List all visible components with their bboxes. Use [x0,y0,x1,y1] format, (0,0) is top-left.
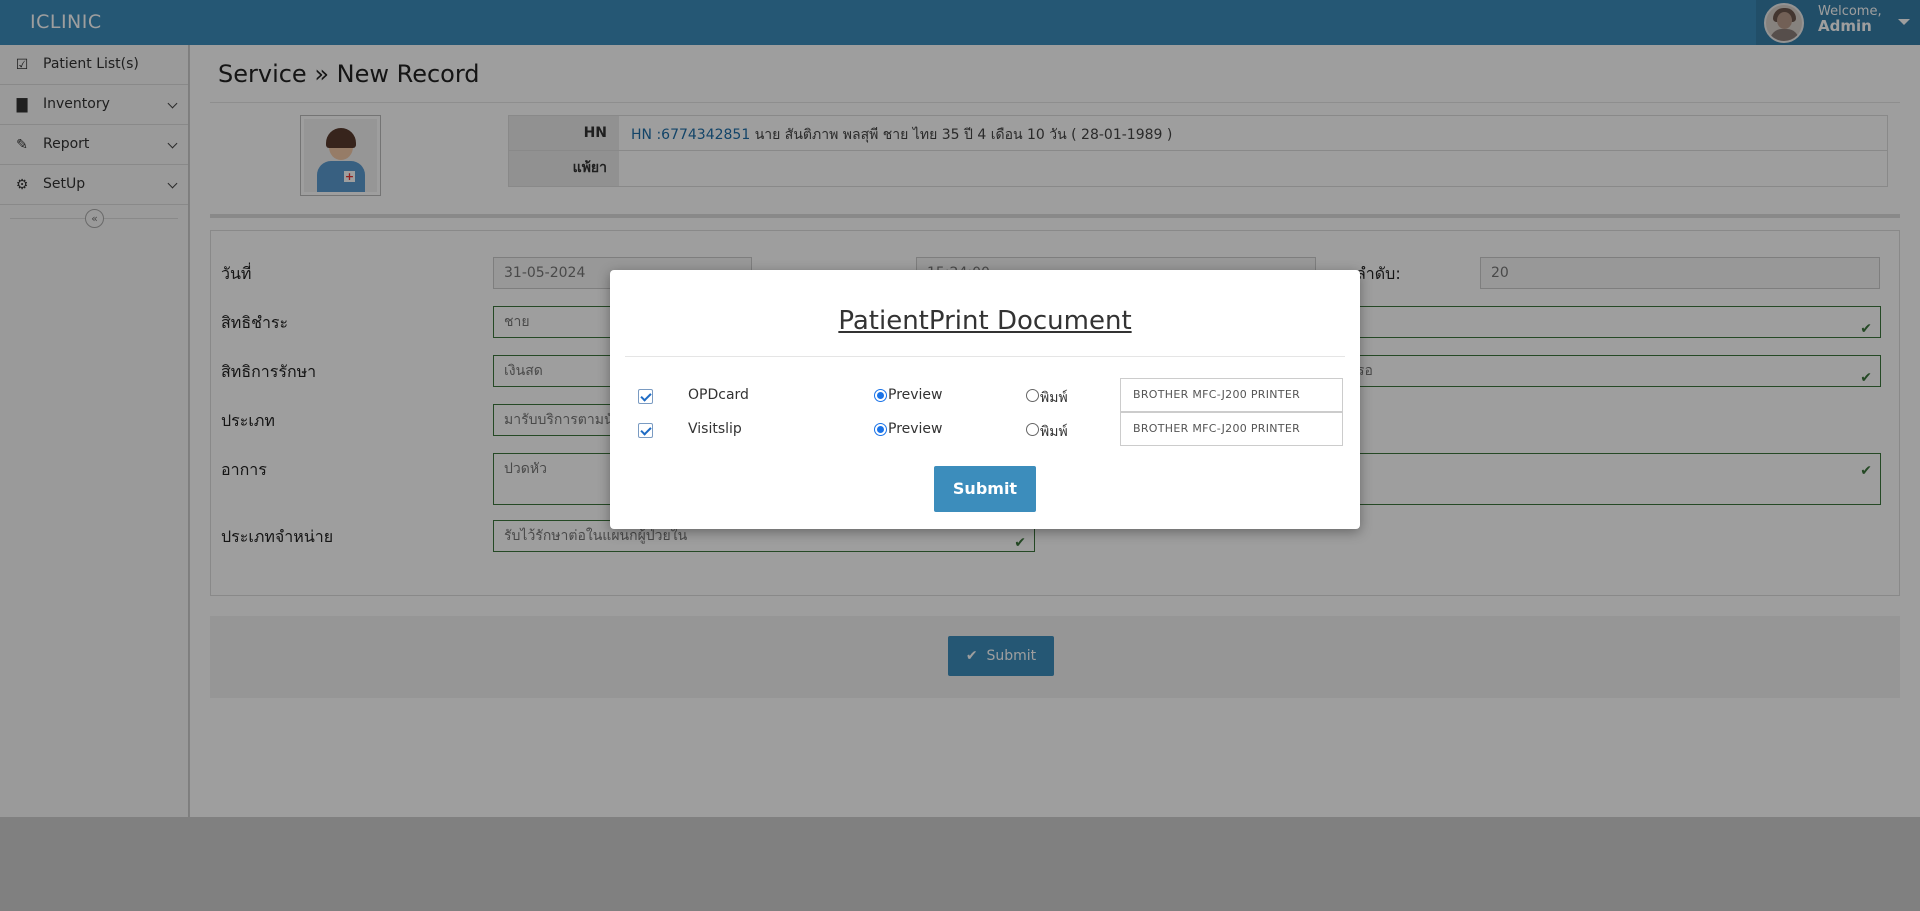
modal-submit-button[interactable]: Submit [934,466,1036,512]
preview-radio[interactable] [874,389,887,402]
print-document-modal: PatientPrint Document OPDcard Preview พิ… [610,270,1360,529]
preview-label: Preview [888,421,943,437]
printer-select[interactable]: BROTHER MFC-J200 PRINTER [1120,412,1343,446]
print-radio[interactable] [1026,389,1039,402]
visitslip-checkbox[interactable] [638,423,653,438]
divider [625,356,1345,357]
preview-radio[interactable] [874,423,887,436]
print-label: พิมพ์ [1040,424,1068,440]
document-name: OPDcard [688,387,749,403]
document-row-visitslip: Visitslip Preview พิมพ์ BROTHER MFC-J200… [610,412,1360,446]
print-label: พิมพ์ [1040,390,1068,406]
opdcard-checkbox[interactable] [638,389,653,404]
print-radio[interactable] [1026,423,1039,436]
document-name: Visitslip [688,421,742,437]
printer-select[interactable]: BROTHER MFC-J200 PRINTER [1120,378,1343,412]
preview-label: Preview [888,387,943,403]
modal-title: PatientPrint Document [838,306,1132,336]
document-row-opdcard: OPDcard Preview พิมพ์ BROTHER MFC-J200 P… [610,378,1360,412]
